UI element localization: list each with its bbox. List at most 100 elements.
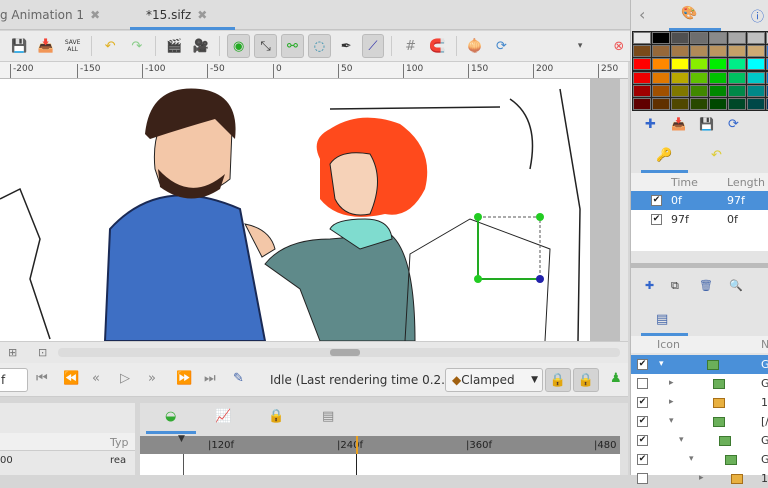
layer-row[interactable]: ✔ ▾ G — [631, 431, 768, 450]
palette-swatch[interactable] — [747, 84, 765, 97]
layer-visibility-checkbox[interactable]: ✔ — [637, 454, 648, 465]
palette-swatch[interactable] — [709, 58, 727, 71]
expander-icon[interactable]: ▾ — [659, 355, 664, 374]
keyframes-tab-icon[interactable]: 🔑 — [656, 148, 672, 163]
palette-swatch[interactable] — [652, 58, 670, 71]
palette-swatch[interactable] — [690, 45, 708, 58]
expander-icon[interactable]: ▸ — [669, 393, 674, 412]
show-position-handles-icon[interactable]: ◉ — [227, 34, 251, 58]
palette-swatch[interactable] — [671, 71, 689, 84]
keyframe-row[interactable]: ✔ 0f 97f — [631, 191, 768, 210]
layers-tab-icon[interactable]: ▤ — [656, 312, 668, 327]
expander-icon[interactable]: ▾ — [679, 431, 684, 450]
palette-swatch[interactable] — [633, 32, 651, 44]
prev-keyframe-icon[interactable]: ⏪ — [63, 371, 79, 386]
palette-swatch[interactable] — [728, 45, 746, 58]
palette-swatch[interactable] — [690, 32, 708, 44]
layer-visibility-checkbox[interactable]: ✔ — [637, 397, 648, 408]
layer-row[interactable]: ✔ ▸ 1 — [631, 393, 768, 412]
layer-visibility-checkbox[interactable]: ✔ — [637, 435, 648, 446]
keyframe-time[interactable]: 97f — [671, 210, 689, 229]
canvas-browser-tab-icon[interactable]: ▤ — [322, 409, 334, 424]
layer-name[interactable]: [/ — [761, 412, 768, 431]
tab-animation-1[interactable]: g Animation 1 ✖ — [0, 0, 100, 30]
refresh-icon[interactable]: ⟳ — [490, 34, 513, 58]
onion-person-icon[interactable]: ♟ — [610, 371, 622, 386]
seek-end-icon[interactable]: ⏭ — [204, 371, 216, 386]
overflow-dropdown-icon[interactable]: ▾ — [569, 34, 592, 58]
undo-icon[interactable]: ↶ — [99, 34, 122, 58]
palette-swatch[interactable] — [728, 71, 746, 84]
palette-swatch[interactable] — [633, 71, 651, 84]
palette-swatch[interactable] — [747, 58, 765, 71]
add-keyframe-icon[interactable]: ✚ — [645, 279, 654, 292]
save-as-icon[interactable]: 📥 — [35, 34, 58, 58]
palette-swatch[interactable] — [709, 45, 727, 58]
future-keyframes-lock-icon[interactable]: 🔒 — [573, 368, 599, 392]
palette-swatch[interactable] — [652, 71, 670, 84]
palette-swatch[interactable] — [690, 84, 708, 97]
time-ruler[interactable]: ▼ |120f |240f |360f |480 — [140, 434, 620, 454]
keyframe-properties-icon[interactable]: 🔍 — [729, 279, 743, 292]
name-column-header[interactable]: N — [761, 338, 768, 351]
palette-swatch[interactable] — [747, 32, 765, 44]
param-value[interactable]: 00 — [0, 455, 13, 466]
palette-swatch[interactable] — [728, 84, 746, 97]
grid-icon[interactable]: # — [399, 34, 422, 58]
current-frame-field[interactable]: f — [0, 368, 28, 392]
layer-name[interactable]: G — [761, 450, 768, 469]
palette-swatch[interactable] — [728, 32, 746, 44]
expander-icon[interactable]: ▾ — [669, 412, 674, 431]
palette-swatch[interactable] — [671, 32, 689, 44]
render-icon[interactable]: 🎬 — [163, 34, 186, 58]
remove-keyframe-icon[interactable]: 🗑 — [699, 279, 713, 292]
palette-swatch[interactable] — [633, 84, 651, 97]
palette-swatch[interactable] — [633, 58, 651, 71]
canvas-artwork[interactable] — [0, 79, 628, 341]
palette-swatch[interactable] — [671, 84, 689, 97]
palette-swatch[interactable] — [728, 58, 746, 71]
layer-row[interactable]: ✔ ▾ G — [631, 450, 768, 469]
refresh-palette-icon[interactable]: ⟳ — [728, 117, 739, 132]
close-icon[interactable]: ✖ — [90, 8, 100, 22]
show-radius-handles-icon[interactable]: ◌ — [307, 34, 331, 58]
chevron-left-icon[interactable]: ‹ — [639, 5, 645, 24]
canvas-horizontal-scrollbar[interactable] — [58, 348, 620, 357]
palette-swatch[interactable] — [652, 84, 670, 97]
expander-icon[interactable]: ▸ — [699, 469, 704, 488]
show-tangent-handles-icon[interactable]: ⤡ — [254, 34, 278, 58]
play-icon[interactable]: ▷ — [120, 371, 130, 386]
layer-visibility-checkbox[interactable]: ✔ — [637, 359, 648, 370]
layer-row[interactable]: ▸ 1 — [631, 469, 768, 488]
keyframe-row[interactable]: ✔ 97f 0f — [631, 210, 768, 229]
past-keyframes-lock-icon[interactable]: 🔒 — [545, 368, 571, 392]
seek-begin-icon[interactable]: ⏮ — [36, 371, 48, 386]
interpolation-select[interactable]: ◆Clamped ▼ — [445, 368, 543, 392]
prev-frame-icon[interactable]: « — [92, 371, 100, 386]
keyframe-active-checkbox[interactable]: ✔ — [651, 195, 662, 206]
duplicate-keyframe-icon[interactable]: ⧉ — [671, 279, 679, 293]
palette-swatch[interactable] — [747, 71, 765, 84]
redo-icon[interactable]: ↷ — [126, 34, 149, 58]
next-keyframe-icon[interactable]: ⏩ — [176, 371, 192, 386]
palette-swatch[interactable] — [709, 71, 727, 84]
palette-swatch[interactable] — [709, 98, 727, 110]
layer-name[interactable]: G — [761, 431, 768, 450]
keyframe-time[interactable]: 0f — [671, 191, 682, 210]
next-frame-icon[interactable]: » — [148, 371, 156, 386]
icon-column-header[interactable]: Icon — [657, 338, 680, 351]
layer-name[interactable]: G — [761, 355, 768, 374]
reset-view-icon[interactable]: ⊡ — [38, 346, 47, 359]
palette-swatch[interactable] — [652, 98, 670, 110]
palette-swatch[interactable] — [652, 32, 670, 44]
palette-swatch[interactable] — [747, 98, 765, 110]
layer-visibility-checkbox[interactable] — [637, 378, 648, 389]
keyframe-active-checkbox[interactable]: ✔ — [651, 214, 662, 225]
save-all-button[interactable]: SAVE ALL — [61, 34, 84, 58]
length-column-header[interactable]: Length — [727, 176, 765, 189]
add-color-icon[interactable]: ✚ — [645, 117, 656, 132]
layer-name[interactable]: 1 — [761, 469, 768, 488]
close-icon[interactable]: ✖ — [197, 8, 207, 22]
palette-swatch[interactable] — [690, 98, 708, 110]
toggle-grid-icon[interactable]: ⊞ — [8, 346, 17, 359]
